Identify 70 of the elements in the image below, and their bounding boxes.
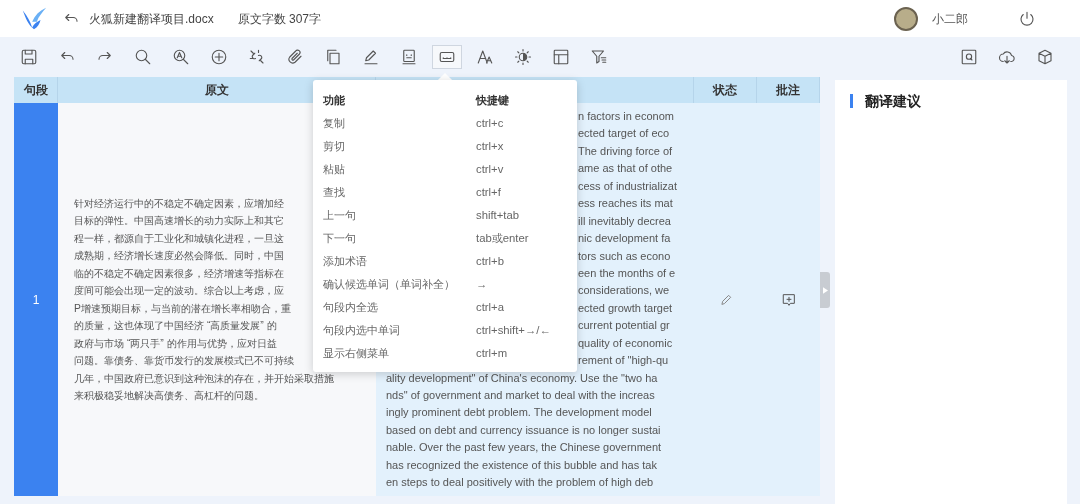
shortcut-keys: shift+tab (476, 207, 520, 224)
translation-text-line: tors such as econo (578, 248, 671, 264)
user-name: 小二郎 (932, 10, 968, 28)
source-text-line: 问题。靠债务、靠货币发行的发展模式已不可持续 (74, 354, 294, 368)
shortcut-keys: ctrl+b (476, 253, 504, 270)
column-header: 状态 (694, 77, 757, 103)
shortcut-action: 显示右侧菜单 (323, 346, 390, 362)
shortcut-action: 句段内全选 (323, 300, 379, 316)
translation-text-line: een the months of e (578, 265, 676, 281)
translation-text-line: nable. Over the past few years, the Chinese government (386, 440, 662, 456)
shortcut-keys: ctrl+x (476, 138, 504, 155)
shortcut-action: 确认候选单词（单词补全） (323, 277, 456, 293)
shortcut-action: 复制 (323, 116, 346, 132)
column-header: 句段 (14, 77, 58, 103)
source-text-line: 度间可能会出现一定的波动。综合以上考虑，应 (74, 284, 284, 298)
translation-text-line: en steps to deal positively with the problem of high deb (386, 475, 654, 491)
source-text-line: P增速预期目标，与当前的潜在增长率相吻合，重 (74, 301, 291, 316)
source-text-line: 成熟期，经济增长速度必然会降低。同时，中国 (74, 249, 284, 263)
source-text-line: 几年，中国政府已意识到这种泡沫的存在，并开始采取措施 (74, 371, 334, 386)
source-text-line: 目标的弹性。中国高速增长的动力实际上和其它 (74, 214, 284, 228)
shortcut-keys: ctrl+f (476, 184, 501, 201)
shortcut-keys: ctrl+c (476, 115, 504, 132)
shortcut-action: 查找 (323, 185, 346, 201)
shortcut-action: 下一句 (323, 231, 357, 247)
shortcut-action: 句段内选中单词 (323, 323, 401, 339)
source-text-line: 程一样，都源自于工业化和城镇化进程，一旦这 (74, 231, 284, 246)
translation-text-line: ill inevitably decrea (578, 213, 671, 229)
shortcut-keys: ctrl+v (476, 161, 504, 178)
translation-text-line: rement of "high-qu (578, 353, 669, 369)
translation-text-line: quality of economic (578, 335, 673, 351)
source-text-line: 来积极稳妥地解决高债务、高杠杆的问题。 (74, 389, 264, 403)
source-text-line: 针对经济运行中的不稳定不确定因素，应增加经 (74, 196, 284, 211)
word-count: 原文字数 307字 (237, 10, 322, 28)
shortcut-action: 剪切 (323, 139, 346, 155)
translation-text-line: n factors in econom (578, 109, 674, 124)
translation-text-line: considerations, we (578, 283, 670, 299)
panel-title: 翻译建议 (850, 94, 1067, 108)
translation-text-line: has recognized the existence of this bubble and has tak (386, 457, 657, 473)
document-title: 火狐新建翻译项目.docx (89, 10, 214, 28)
translation-text-line: ingly prominent debt problem. The development model (386, 405, 652, 421)
translation-text-line: nds" of government and market to deal with the increas (386, 388, 655, 403)
shortcut-keys: tab或enter (476, 230, 529, 247)
shortcut-action: 添加术语 (323, 254, 368, 270)
translation-text-line: ality development" of China's economy. Use the "two ha (386, 370, 658, 386)
shortcut-keys: ctrl+shift+→/← (476, 322, 551, 339)
segment-number: 1 (14, 103, 58, 496)
translation-text-line: current potential gr (578, 318, 670, 334)
shortcut-keys: ctrl+a (476, 299, 504, 316)
translation-text-line: cess of industrializat (578, 178, 678, 194)
power-icon[interactable] (1018, 9, 1036, 28)
translation-text-line: ame as that of othe (578, 161, 673, 177)
menu-column-header: 快捷键 (476, 93, 509, 109)
source-text-line: 的质量，这也体现了中国经济 “高质量发展” 的 (74, 319, 277, 333)
shortcut-keys: → (476, 276, 488, 293)
translation-text-line: nic development fa (578, 231, 671, 247)
shortcut-keys: ctrl+m (476, 345, 508, 362)
translation-text-line: The driving force of (578, 143, 673, 159)
translation-text-line: ected growth target (578, 300, 673, 316)
source-text-line: 临的不稳定不确定因素很多，经济增速等指标在 (74, 266, 284, 281)
translation-text-line: based on debt and currency issuance is no longer sustai (386, 422, 661, 438)
collapse-handle[interactable] (820, 272, 830, 308)
translation-text-line: ected target of eco (578, 126, 670, 142)
translation-text-line: ess reaches its mat (578, 196, 673, 212)
keyboard-icon[interactable] (432, 45, 462, 69)
shortcut-action: 粘贴 (323, 162, 346, 178)
avatar (894, 6, 918, 31)
shortcut-action: 上一句 (323, 208, 357, 224)
add-comment-icon[interactable] (780, 291, 797, 308)
column-header: 批注 (757, 77, 820, 103)
source-text-line: 政府与市场 “两只手” 的作用与优势，应对日益 (74, 336, 277, 351)
